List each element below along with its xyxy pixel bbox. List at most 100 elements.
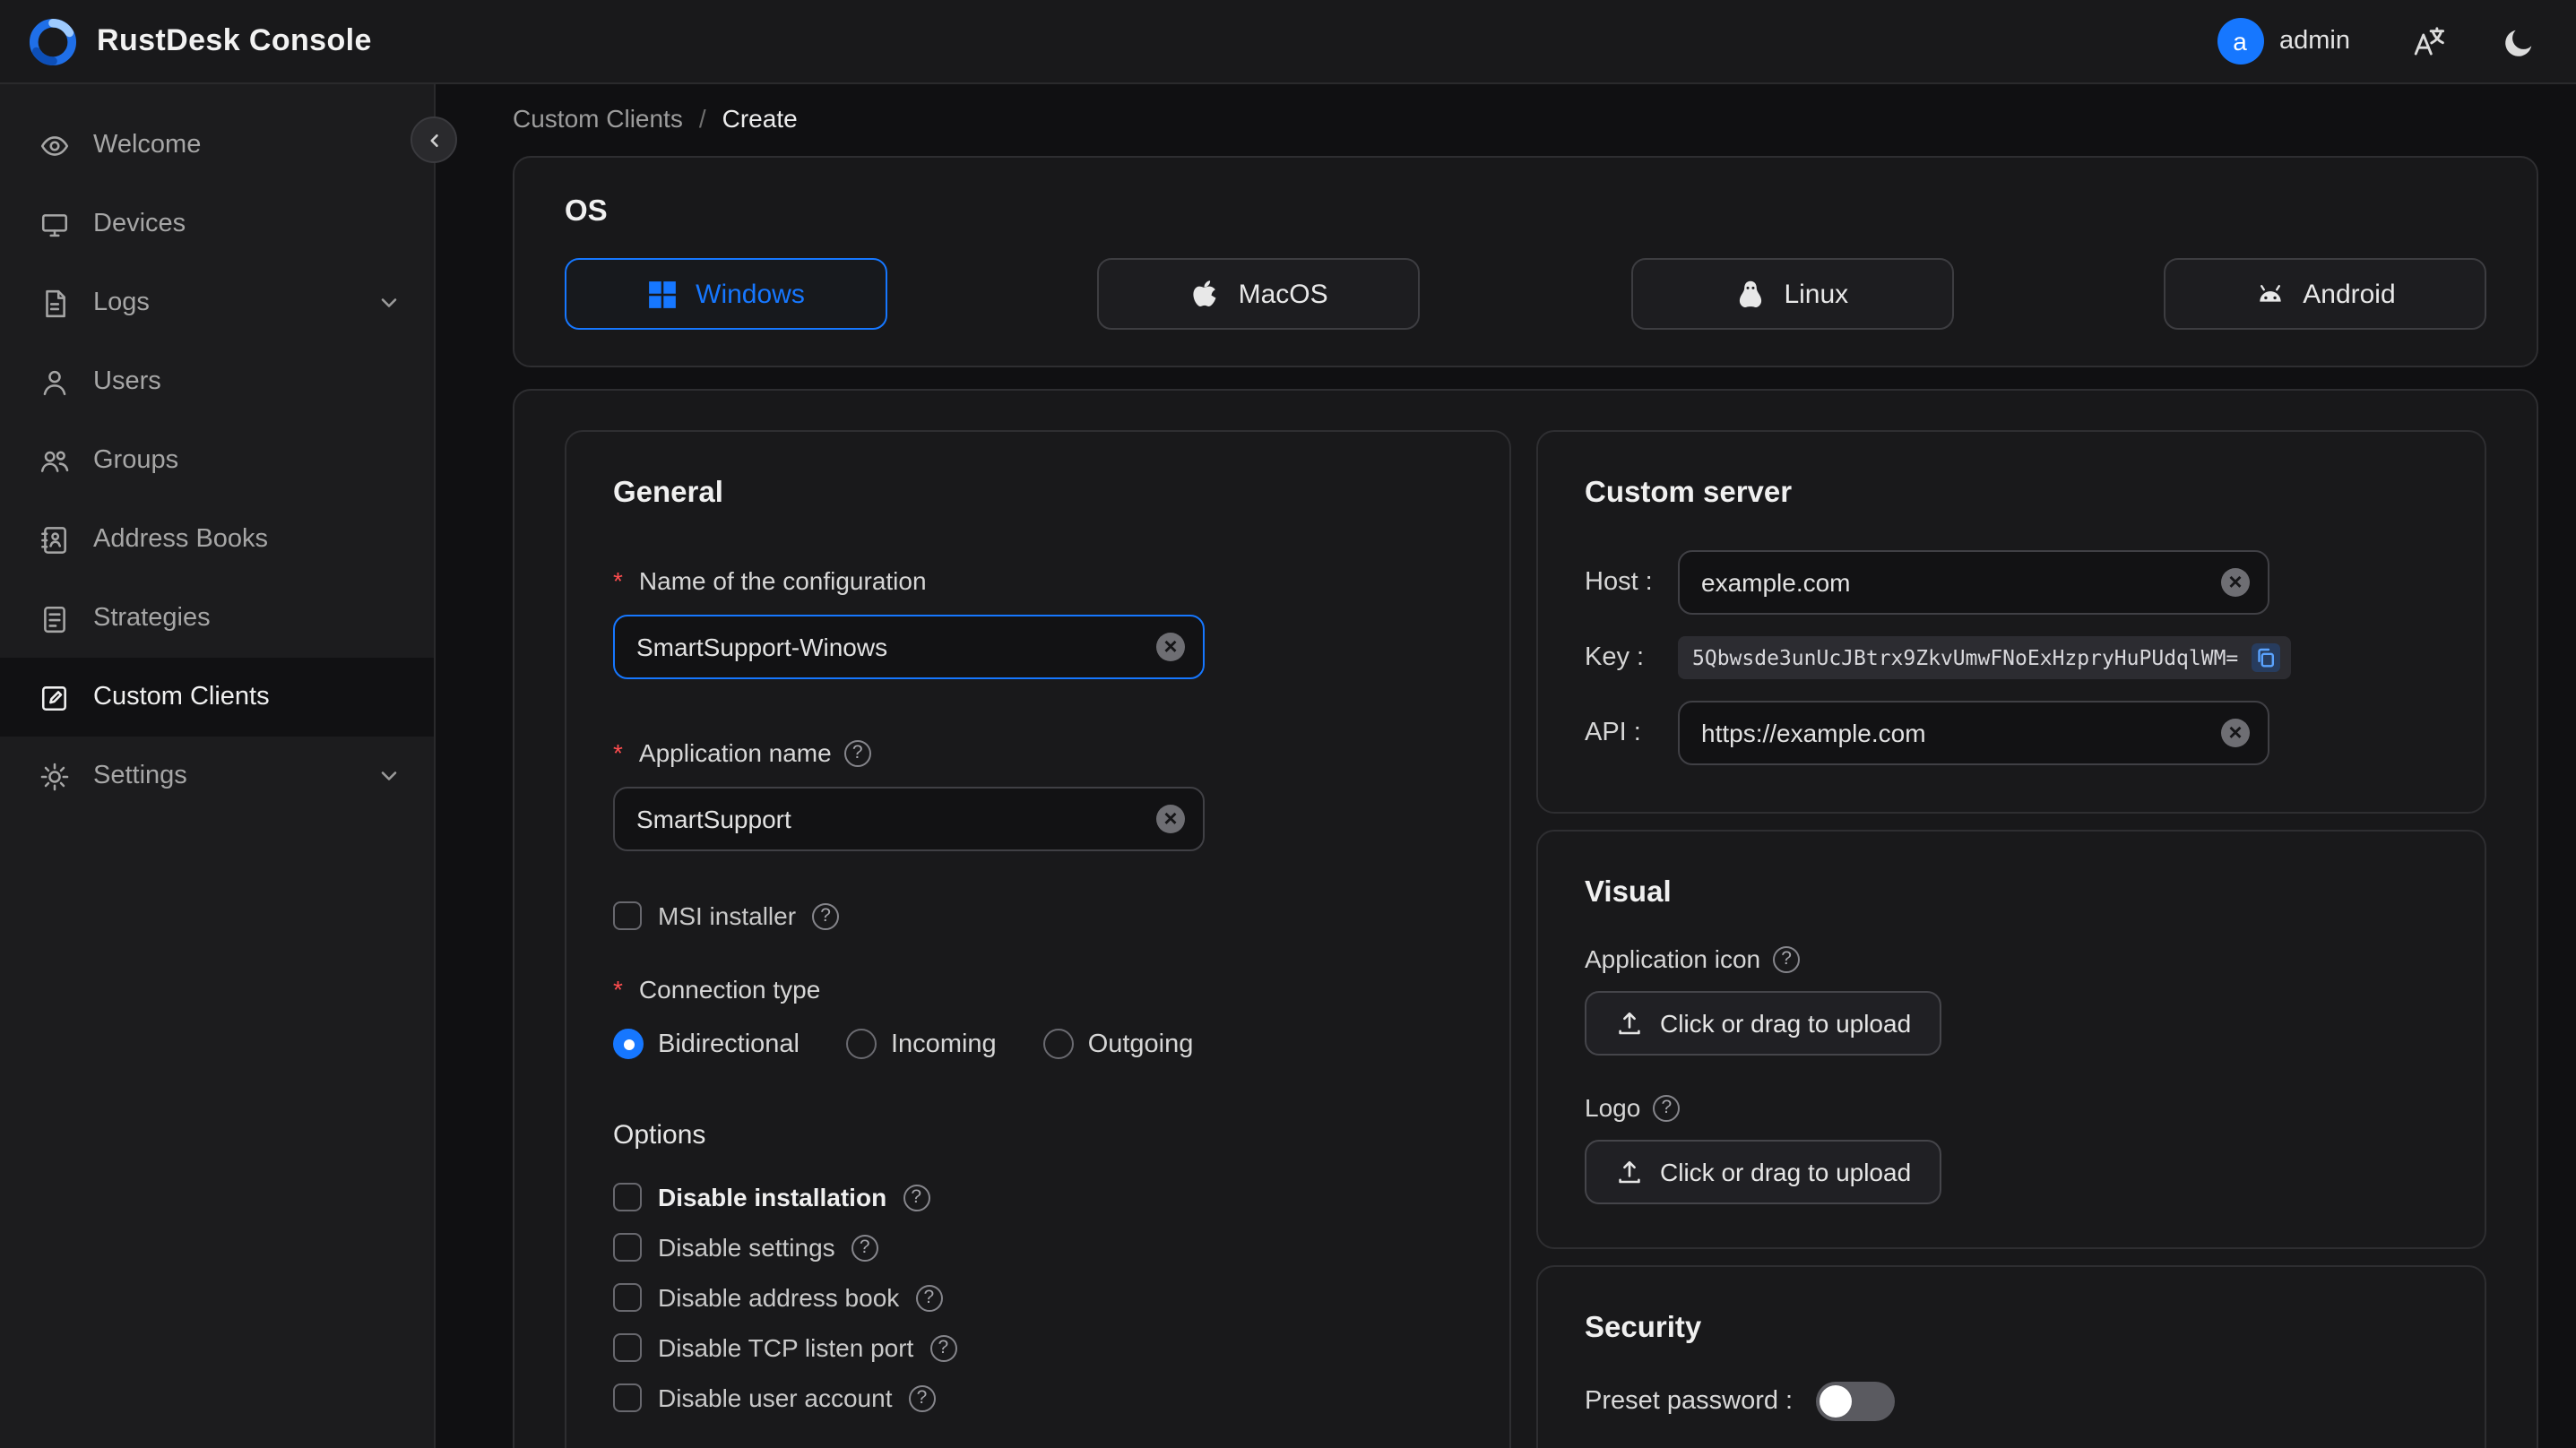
rustdesk-console-page: RustDesk Console a admin Welcome Devices… xyxy=(0,0,2576,1448)
os-section: OS Windows MacOS Linux Android xyxy=(513,156,2538,367)
main-content: Custom Clients / Create OS Windows MacOS… xyxy=(436,84,2576,1448)
sidebar-item-label: Groups xyxy=(93,446,179,475)
devices-icon xyxy=(39,209,70,239)
connection-type-options: Bidirectional Incoming Outgoing xyxy=(613,1029,1463,1059)
disable-address-book-checkbox[interactable] xyxy=(613,1283,642,1312)
radio-label: Outgoing xyxy=(1087,1030,1194,1058)
sidebar-item-groups[interactable]: Groups xyxy=(0,421,434,500)
upload-button-label: Click or drag to upload xyxy=(1660,1009,1912,1038)
connection-type-label: Connection type xyxy=(613,973,1463,1005)
question-circle-icon[interactable] xyxy=(929,1334,957,1361)
sidebar-item-users[interactable]: Users xyxy=(0,342,434,421)
api-input[interactable] xyxy=(1701,719,2207,747)
option-label: Disable TCP listen port xyxy=(658,1333,914,1362)
application-icon-label: Application icon xyxy=(1585,943,2438,975)
msi-installer-row: MSI installer xyxy=(613,898,1463,934)
configuration-section: General Name of the configuration Applic… xyxy=(513,389,2538,1448)
copy-icon[interactable] xyxy=(2251,643,2280,672)
question-circle-icon[interactable] xyxy=(1653,1094,1681,1121)
sidebar-item-settings[interactable]: Settings xyxy=(0,737,434,815)
radio-icon xyxy=(613,1029,644,1059)
apple-icon xyxy=(1190,279,1221,309)
option-disable-address-book: Disable address book xyxy=(613,1280,1463,1315)
dark-mode-moon-icon[interactable] xyxy=(2503,24,2537,58)
upload-icon xyxy=(1619,1160,1640,1184)
users-icon xyxy=(39,366,70,397)
sidebar-item-logs[interactable]: Logs xyxy=(0,263,434,342)
radio-bidirectional[interactable]: Bidirectional xyxy=(613,1029,800,1059)
language-translate-icon[interactable] xyxy=(2411,24,2445,58)
sidebar-item-custom-clients[interactable]: Custom Clients xyxy=(0,658,434,737)
clear-icon[interactable] xyxy=(1156,633,1185,661)
general-title: General xyxy=(613,477,723,509)
chevron-down-icon xyxy=(376,290,402,315)
breadcrumb-custom-clients[interactable]: Custom Clients xyxy=(513,104,683,133)
sidebar-item-welcome[interactable]: Welcome xyxy=(0,106,434,185)
user-avatar[interactable]: a xyxy=(2217,18,2263,65)
application-name-input[interactable] xyxy=(636,805,1142,833)
radio-outgoing[interactable]: Outgoing xyxy=(1042,1029,1194,1059)
sidebar-item-label: Logs xyxy=(93,289,150,317)
disable-settings-checkbox[interactable] xyxy=(613,1233,642,1262)
sidebar-item-strategies[interactable]: Strategies xyxy=(0,579,434,658)
key-value-chip: 5Qbwsde3unUcJBtrx9ZkvUmwFNoExHzpryHuPUdq… xyxy=(1678,636,2291,679)
custom-clients-icon xyxy=(39,682,70,712)
clear-icon[interactable] xyxy=(2221,719,2250,747)
address-books-icon xyxy=(39,524,70,555)
preset-password-label: Preset password : xyxy=(1585,1387,1794,1416)
question-circle-icon[interactable] xyxy=(843,739,871,766)
question-circle-icon[interactable] xyxy=(812,902,840,929)
option-disable-user-account: Disable user account xyxy=(613,1380,1463,1416)
windows-icon xyxy=(647,279,678,309)
logo-label: Logo xyxy=(1585,1091,2438,1124)
rustdesk-logo-icon xyxy=(29,17,77,65)
sidebar-item-address-books[interactable]: Address Books xyxy=(0,500,434,579)
question-circle-icon[interactable] xyxy=(1773,945,1801,972)
sidebar-item-label: Devices xyxy=(93,210,186,238)
msi-installer-checkbox[interactable] xyxy=(613,901,642,930)
sidebar-collapse-button[interactable] xyxy=(411,116,457,163)
host-input[interactable] xyxy=(1701,568,2207,597)
visual-panel: Visual Application icon Click or drag to… xyxy=(1536,830,2486,1249)
sidebar: Welcome Devices Logs Users Groups Addres… xyxy=(0,84,457,1448)
welcome-icon xyxy=(39,130,70,160)
disable-user-account-checkbox[interactable] xyxy=(613,1383,642,1412)
host-label: Host : xyxy=(1585,568,1653,597)
sidebar-item-label: Strategies xyxy=(93,604,211,633)
option-disable-settings: Disable settings xyxy=(613,1229,1463,1265)
disable-installation-checkbox[interactable] xyxy=(613,1183,642,1211)
os-button-android[interactable]: Android xyxy=(2163,258,2486,330)
radio-incoming[interactable]: Incoming xyxy=(846,1029,997,1059)
application-name-field xyxy=(613,787,1205,851)
groups-icon xyxy=(39,445,70,476)
application-name-label-text: Application name xyxy=(638,738,832,767)
config-name-input[interactable] xyxy=(636,633,1142,661)
logo-upload-button[interactable]: Click or drag to upload xyxy=(1585,1140,1942,1204)
os-button-label: Android xyxy=(2303,279,2396,309)
question-circle-icon[interactable] xyxy=(908,1384,936,1411)
clear-icon[interactable] xyxy=(2221,568,2250,597)
api-row: API : xyxy=(1585,701,2438,765)
application-name-label: Application name xyxy=(613,737,1463,769)
question-circle-icon[interactable] xyxy=(915,1284,943,1311)
question-circle-icon[interactable] xyxy=(903,1184,930,1211)
clear-icon[interactable] xyxy=(1156,805,1185,833)
options-title: Options xyxy=(613,1120,706,1151)
username[interactable]: admin xyxy=(2279,27,2350,56)
sidebar-item-label: Settings xyxy=(93,762,187,790)
logo-label-text: Logo xyxy=(1585,1093,1641,1122)
preset-password-toggle[interactable] xyxy=(1816,1382,1896,1421)
os-button-windows[interactable]: Windows xyxy=(565,258,887,330)
sidebar-item-devices[interactable]: Devices xyxy=(0,185,434,263)
os-button-linux[interactable]: Linux xyxy=(1630,258,1954,330)
question-circle-icon[interactable] xyxy=(851,1234,878,1261)
application-icon-upload-button[interactable]: Click or drag to upload xyxy=(1585,991,1942,1056)
os-button-macos[interactable]: MacOS xyxy=(1097,258,1421,330)
app-title: RustDesk Console xyxy=(97,23,372,57)
config-name-label: Name of the configuration xyxy=(613,565,1463,597)
breadcrumb-create: Create xyxy=(722,104,798,133)
option-disable-tcp-listen-port: Disable TCP listen port xyxy=(613,1330,1463,1366)
top-bar: RustDesk Console a admin xyxy=(0,0,2576,84)
disable-tcp-listen-port-checkbox[interactable] xyxy=(613,1333,642,1362)
key-label: Key : xyxy=(1585,643,1645,672)
